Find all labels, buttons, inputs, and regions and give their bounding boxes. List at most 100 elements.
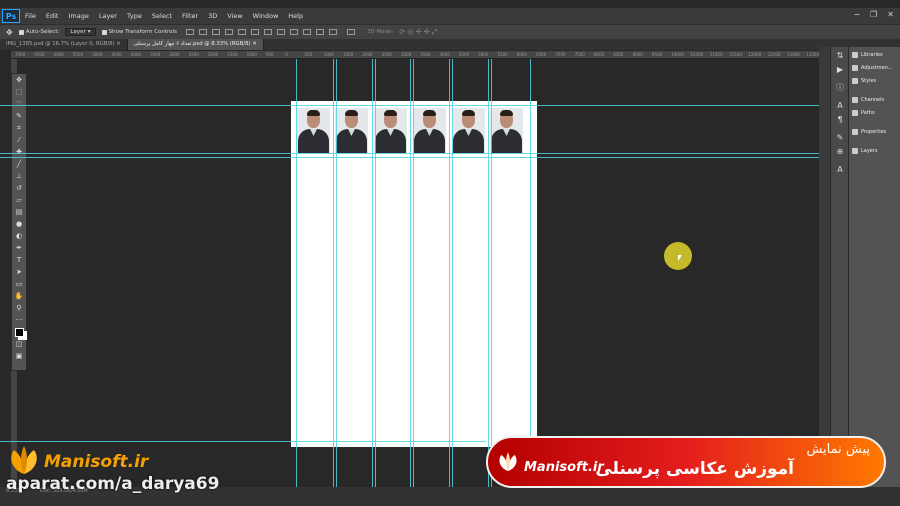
ruler-mark: 500 xyxy=(304,52,313,57)
ruler-mark: 4000 xyxy=(130,52,141,57)
ruler-mark: 0 xyxy=(285,52,288,57)
character-icon[interactable]: A xyxy=(835,101,845,111)
align-center-icon[interactable] xyxy=(237,29,246,35)
crop-tool-icon[interactable]: ⌗ xyxy=(12,122,26,134)
guide-vertical[interactable] xyxy=(375,59,376,487)
menu-file[interactable]: File xyxy=(20,12,41,20)
color-swatches-icon[interactable] xyxy=(12,326,26,338)
paragraph-icon[interactable]: ¶ xyxy=(835,115,845,125)
close-icon[interactable]: ✕ xyxy=(887,10,894,19)
auto-select-dropdown[interactable]: Layer ▾ xyxy=(65,28,96,36)
align-right-icon[interactable] xyxy=(250,29,259,35)
type-tool-icon[interactable]: T xyxy=(12,254,26,266)
history-icon[interactable]: ⇅ xyxy=(835,51,845,61)
brush-tool-icon[interactable]: ╱ xyxy=(12,158,26,170)
align-top-icon[interactable] xyxy=(185,29,194,35)
menu-help[interactable]: Help xyxy=(283,12,308,20)
tab-img-1385[interactable]: IMG_1385.psd @ 16.7% (Layer 0, RGB/8) ✕ xyxy=(0,39,128,50)
auto-select-checkbox[interactable]: Auto-Select: xyxy=(18,29,59,35)
show-transform-label: Show Transform Controls xyxy=(108,29,177,35)
menu-view[interactable]: View xyxy=(222,12,247,20)
guide-vertical[interactable] xyxy=(333,59,334,487)
pen-tool-icon[interactable]: ✒ xyxy=(12,242,26,254)
guide-vertical[interactable] xyxy=(413,59,414,487)
path-selection-tool-icon[interactable]: ➤ xyxy=(12,266,26,278)
history-brush-tool-icon[interactable]: ↺ xyxy=(12,182,26,194)
menu-filter[interactable]: Filter xyxy=(177,12,203,20)
brush-presets-icon[interactable]: ✎ xyxy=(835,133,845,143)
actions-play-icon[interactable]: ▶ xyxy=(835,65,845,75)
passport-photo xyxy=(452,108,485,153)
passport-photo xyxy=(374,108,407,153)
hand-tool-icon[interactable]: ✋ xyxy=(12,290,26,302)
guide-vertical[interactable] xyxy=(449,59,450,487)
panel-libraries[interactable]: Libraries xyxy=(852,52,883,58)
panel-scroll-strip xyxy=(819,47,830,487)
panel-channels[interactable]: Channels xyxy=(852,97,884,103)
zoom-tool-icon[interactable]: ⚲ xyxy=(12,302,26,314)
eyedropper-tool-icon[interactable]: ⁄ xyxy=(12,134,26,146)
guide-vertical[interactable] xyxy=(410,59,411,487)
distribute-right-icon[interactable] xyxy=(328,29,337,35)
ruler-mark: 5500 xyxy=(72,52,84,57)
panel-styles[interactable]: Styles xyxy=(852,78,876,84)
guide-vertical[interactable] xyxy=(530,59,531,487)
blur-tool-icon[interactable]: ● xyxy=(12,218,26,230)
panel-paths[interactable]: Paths xyxy=(852,110,875,116)
menu-type[interactable]: Type xyxy=(122,12,147,20)
character-styles-icon[interactable]: A xyxy=(835,165,845,175)
info-icon[interactable]: ⓘ xyxy=(835,83,845,93)
dodge-tool-icon[interactable]: ◐ xyxy=(12,230,26,242)
menu-image[interactable]: Image xyxy=(63,12,93,20)
align-left-icon[interactable] xyxy=(224,29,233,35)
guide-vertical[interactable] xyxy=(296,59,297,487)
horizontal-ruler[interactable]: 7000 6500 6000 5500 5000 4500 4000 3500 3000 2500… xyxy=(11,51,819,59)
ruler-mark: 2000 xyxy=(208,52,219,57)
libraries-icon xyxy=(852,52,858,58)
lasso-tool-icon[interactable]: ➰ xyxy=(12,98,26,110)
minimize-icon[interactable]: − xyxy=(853,10,860,19)
gradient-tool-icon[interactable]: ▤ xyxy=(12,206,26,218)
guide-vertical[interactable] xyxy=(488,59,489,487)
panel-adjustments[interactable]: Adjustmen... xyxy=(852,65,893,71)
menu-edit[interactable]: Edit xyxy=(41,12,64,20)
ruler-mark: 11000 xyxy=(709,52,723,57)
distribute-top-icon[interactable] xyxy=(263,29,272,35)
clone-source-icon[interactable]: ⊕ xyxy=(835,147,845,157)
guide-vertical[interactable] xyxy=(372,59,373,487)
eraser-tool-icon[interactable]: ▱ xyxy=(12,194,26,206)
more-tools-icon[interactable]: ··· xyxy=(12,314,26,326)
guide-vertical[interactable] xyxy=(336,59,337,487)
screen-mode-icon[interactable]: ▣ xyxy=(12,350,26,362)
ruler-mark: 9000 xyxy=(632,52,643,57)
distribute-left-icon[interactable] xyxy=(302,29,311,35)
menu-window[interactable]: Window xyxy=(248,12,284,20)
tab-passport-sheet[interactable]: تعداد ۶ چهار کامل پرسنلی.psd @ 8.33% (RG… xyxy=(127,39,264,50)
menu-layer[interactable]: Layer xyxy=(94,12,122,20)
distribute-center-icon[interactable] xyxy=(315,29,324,35)
panel-layers[interactable]: Layers xyxy=(852,148,878,154)
align-bottom-icon[interactable] xyxy=(211,29,220,35)
guide-vertical[interactable] xyxy=(491,59,492,487)
ruler-mark: 4500 xyxy=(111,52,122,57)
guide-vertical[interactable] xyxy=(452,59,453,487)
quick-select-tool-icon[interactable]: ✎ xyxy=(12,110,26,122)
distribute-bottom-icon[interactable] xyxy=(289,29,298,35)
menu-select[interactable]: Select xyxy=(147,12,177,20)
quick-mask-icon[interactable]: ◫ xyxy=(12,338,26,350)
manisoft-leaf-icon xyxy=(499,452,517,471)
passport-photo xyxy=(413,108,446,153)
align-middle-icon[interactable] xyxy=(198,29,207,35)
panel-properties[interactable]: Properties xyxy=(852,129,886,135)
restore-icon[interactable]: ❐ xyxy=(870,10,877,19)
move-tool-icon[interactable]: ✥ xyxy=(6,28,13,37)
clone-stamp-tool-icon[interactable]: ⊥ xyxy=(12,170,26,182)
move-tool-icon[interactable]: ✥ xyxy=(12,74,26,86)
menu-3d[interactable]: 3D xyxy=(203,12,222,20)
auto-align-icon[interactable] xyxy=(346,29,355,35)
shape-tool-icon[interactable]: ▭ xyxy=(12,278,26,290)
marquee-tool-icon[interactable]: ⬚ xyxy=(12,86,26,98)
ruler-mark: 2500 xyxy=(188,52,199,57)
distribute-middle-icon[interactable] xyxy=(276,29,285,35)
show-transform-checkbox[interactable]: Show Transform Controls xyxy=(101,29,177,35)
